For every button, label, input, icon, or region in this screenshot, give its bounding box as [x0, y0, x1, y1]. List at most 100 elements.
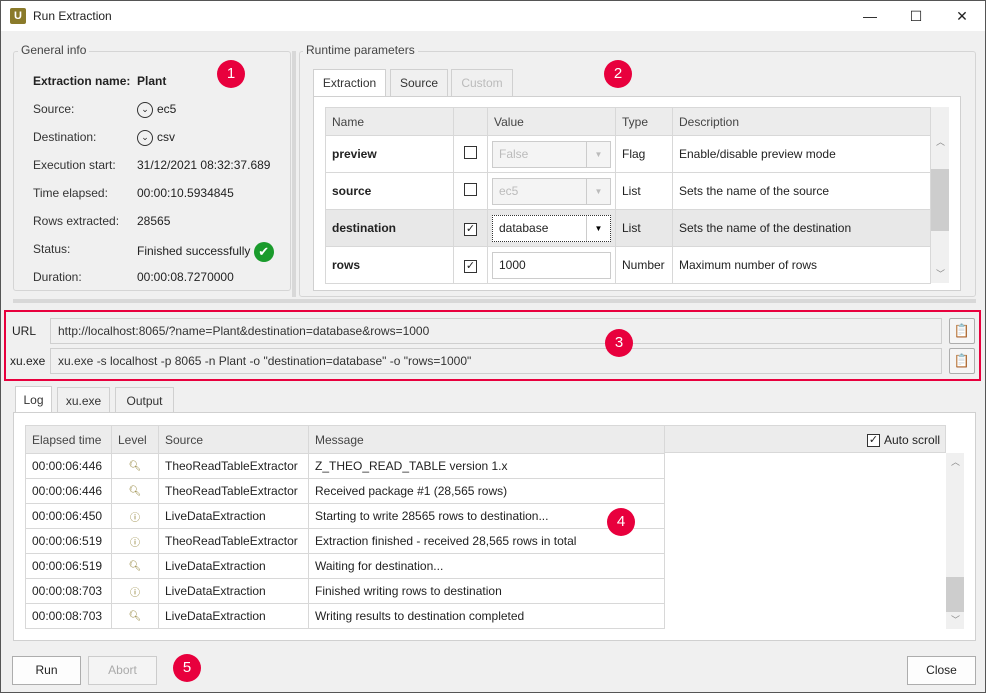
general-value: ⌄ csv [137, 130, 175, 146]
log-row[interactable]: 00:00:06:450 ⓘ LiveDataExtraction Starti… [25, 503, 665, 529]
log-row[interactable]: 00:00:06:519 🔍︎ LiveDataExtraction Waiti… [25, 553, 665, 579]
general-value: 00:00:08.7270000 [137, 270, 234, 284]
value-combo[interactable]: database ▼ [492, 214, 611, 242]
log-row[interactable]: 00:00:06:446 🔍︎ TheoReadTableExtractor R… [25, 478, 665, 504]
runtime-parameters-title: Runtime parameters [303, 43, 418, 57]
param-row[interactable]: rows ✓ 1000 Number Maximum number of row… [325, 246, 931, 284]
general-value: 31/12/2021 08:32:37.689 [137, 158, 271, 172]
col-source[interactable]: Source [158, 425, 309, 454]
tab-log[interactable]: Log [15, 386, 52, 414]
info-icon: ⓘ [111, 578, 159, 604]
auto-scroll-checkbox[interactable]: ✓ [867, 432, 880, 447]
col-message[interactable]: Message [308, 425, 665, 454]
badge-1: 1 [217, 60, 245, 88]
magnifier-icon: 🔍︎ [111, 478, 159, 504]
copy-xu-exe-icon[interactable]: 📋 [949, 348, 975, 374]
log-source: LiveDataExtraction [158, 503, 309, 529]
scroll-up-icon[interactable]: ︿ [951, 455, 960, 468]
badge-2: 2 [604, 60, 632, 88]
vertical-splitter[interactable] [292, 51, 296, 297]
param-description: Sets the name of the destination [672, 209, 931, 247]
value-input[interactable]: 1000 [492, 251, 611, 279]
param-type: List [615, 209, 673, 247]
general-value: ⌄ ec5 [137, 102, 176, 118]
log-source: LiveDataExtraction [158, 553, 309, 579]
general-info-title: General info [18, 43, 90, 57]
log-row[interactable]: 00:00:06:519 ⓘ TheoReadTableExtractor Ex… [25, 528, 665, 554]
tab-source[interactable]: Source [390, 69, 448, 96]
param-enabled-checkbox[interactable]: ✓ [464, 259, 477, 273]
params-scrollbar[interactable]: ︿ ﹀ [931, 107, 949, 283]
tab-extraction[interactable]: Extraction [313, 69, 386, 97]
log-time: 00:00:06:446 [25, 478, 112, 504]
general-value: Finished successfully ✔ [137, 242, 274, 262]
param-description: Sets the name of the source [672, 172, 931, 210]
run-button[interactable]: Run [12, 656, 81, 685]
abort-button: Abort [88, 656, 157, 685]
col-type[interactable]: Type [615, 107, 673, 136]
window-title: Run Extraction [33, 9, 112, 23]
param-row[interactable]: destination ✓ database ▼ List Sets the na… [325, 209, 931, 247]
general-value: Plant [137, 74, 167, 88]
col-level[interactable]: Level [111, 425, 159, 454]
param-name: destination [325, 209, 454, 247]
minimize-button[interactable]: — [847, 1, 893, 31]
general-label: Duration: [33, 270, 82, 284]
param-description: Maximum number of rows [672, 246, 931, 284]
scroll-thumb[interactable] [946, 577, 964, 612]
param-type: Flag [615, 135, 673, 173]
general-label: Destination: [33, 130, 97, 144]
log-row[interactable]: 00:00:06:446 🔍︎ TheoReadTableExtractor Z… [25, 453, 665, 479]
tab-output[interactable]: Output [115, 387, 174, 412]
scroll-down-icon[interactable]: ﹀ [951, 613, 960, 626]
value-combo: ec5 ▼ [492, 177, 611, 205]
log-source: LiveDataExtraction [158, 578, 309, 604]
chevron-down-icon[interactable]: ⌄ [137, 130, 153, 146]
badge-5: 5 [173, 654, 201, 682]
close-window-button[interactable]: ✕ [939, 1, 985, 31]
param-name: preview [325, 135, 454, 173]
scroll-up-icon[interactable]: ︿ [936, 135, 945, 148]
log-source: LiveDataExtraction [158, 603, 309, 629]
col-elapsed-time[interactable]: Elapsed time [25, 425, 112, 454]
col-description[interactable]: Description [672, 107, 931, 136]
url-field[interactable]: http://localhost:8065/?name=Plant&destin… [50, 318, 942, 344]
badge-3: 3 [605, 329, 633, 357]
log-row[interactable]: 00:00:08:703 🔍︎ LiveDataExtraction Writi… [25, 603, 665, 629]
log-message: Z_THEO_READ_TABLE version 1.x [308, 453, 665, 479]
log-source: TheoReadTableExtractor [158, 528, 309, 554]
scroll-down-icon[interactable]: ﹀ [936, 267, 945, 280]
log-time: 00:00:06:519 [25, 528, 112, 554]
general-label: Time elapsed: [33, 186, 108, 200]
param-name: rows [325, 246, 454, 284]
param-row[interactable]: source ec5 ▼ List Sets the name of the so… [325, 172, 931, 210]
col-value[interactable]: Value [487, 107, 616, 136]
close-button[interactable]: Close [907, 656, 976, 685]
col-check[interactable] [453, 107, 488, 136]
general-label: Source: [33, 102, 75, 116]
chevron-down-icon[interactable]: ⌄ [137, 102, 153, 118]
tab-xu-exe[interactable]: xu.exe [57, 387, 110, 412]
copy-url-icon[interactable]: 📋 [949, 318, 975, 344]
dropdown-arrow-icon: ▼ [586, 215, 610, 241]
param-description: Enable/disable preview mode [672, 135, 931, 173]
param-row[interactable]: preview False ▼ Flag Enable/disable previ… [325, 135, 931, 173]
general-value: 00:00:10.5934845 [137, 186, 234, 200]
scroll-thumb[interactable] [931, 169, 949, 231]
maximize-button[interactable]: ☐ [893, 1, 939, 31]
app-logo-icon: U [10, 8, 26, 24]
log-message: Writing results to destination completed [308, 603, 665, 629]
log-source: TheoReadTableExtractor [158, 478, 309, 504]
xu-exe-command-field[interactable]: xu.exe -s localhost -p 8065 -n Plant -o … [50, 348, 942, 374]
log-row[interactable]: 00:00:08:703 ⓘ LiveDataExtraction Finish… [25, 578, 665, 604]
tab-custom: Custom [451, 69, 513, 96]
magnifier-icon: 🔍︎ [111, 453, 159, 479]
url-label: URL [12, 324, 37, 338]
col-name[interactable]: Name [325, 107, 454, 136]
param-enabled-checkbox[interactable] [464, 183, 477, 196]
param-type: List [615, 172, 673, 210]
log-scrollbar[interactable]: ︿ ﹀ [946, 453, 964, 629]
param-enabled-checkbox[interactable] [464, 146, 477, 159]
horizontal-splitter[interactable] [13, 299, 976, 303]
param-enabled-checkbox[interactable]: ✓ [464, 222, 477, 236]
